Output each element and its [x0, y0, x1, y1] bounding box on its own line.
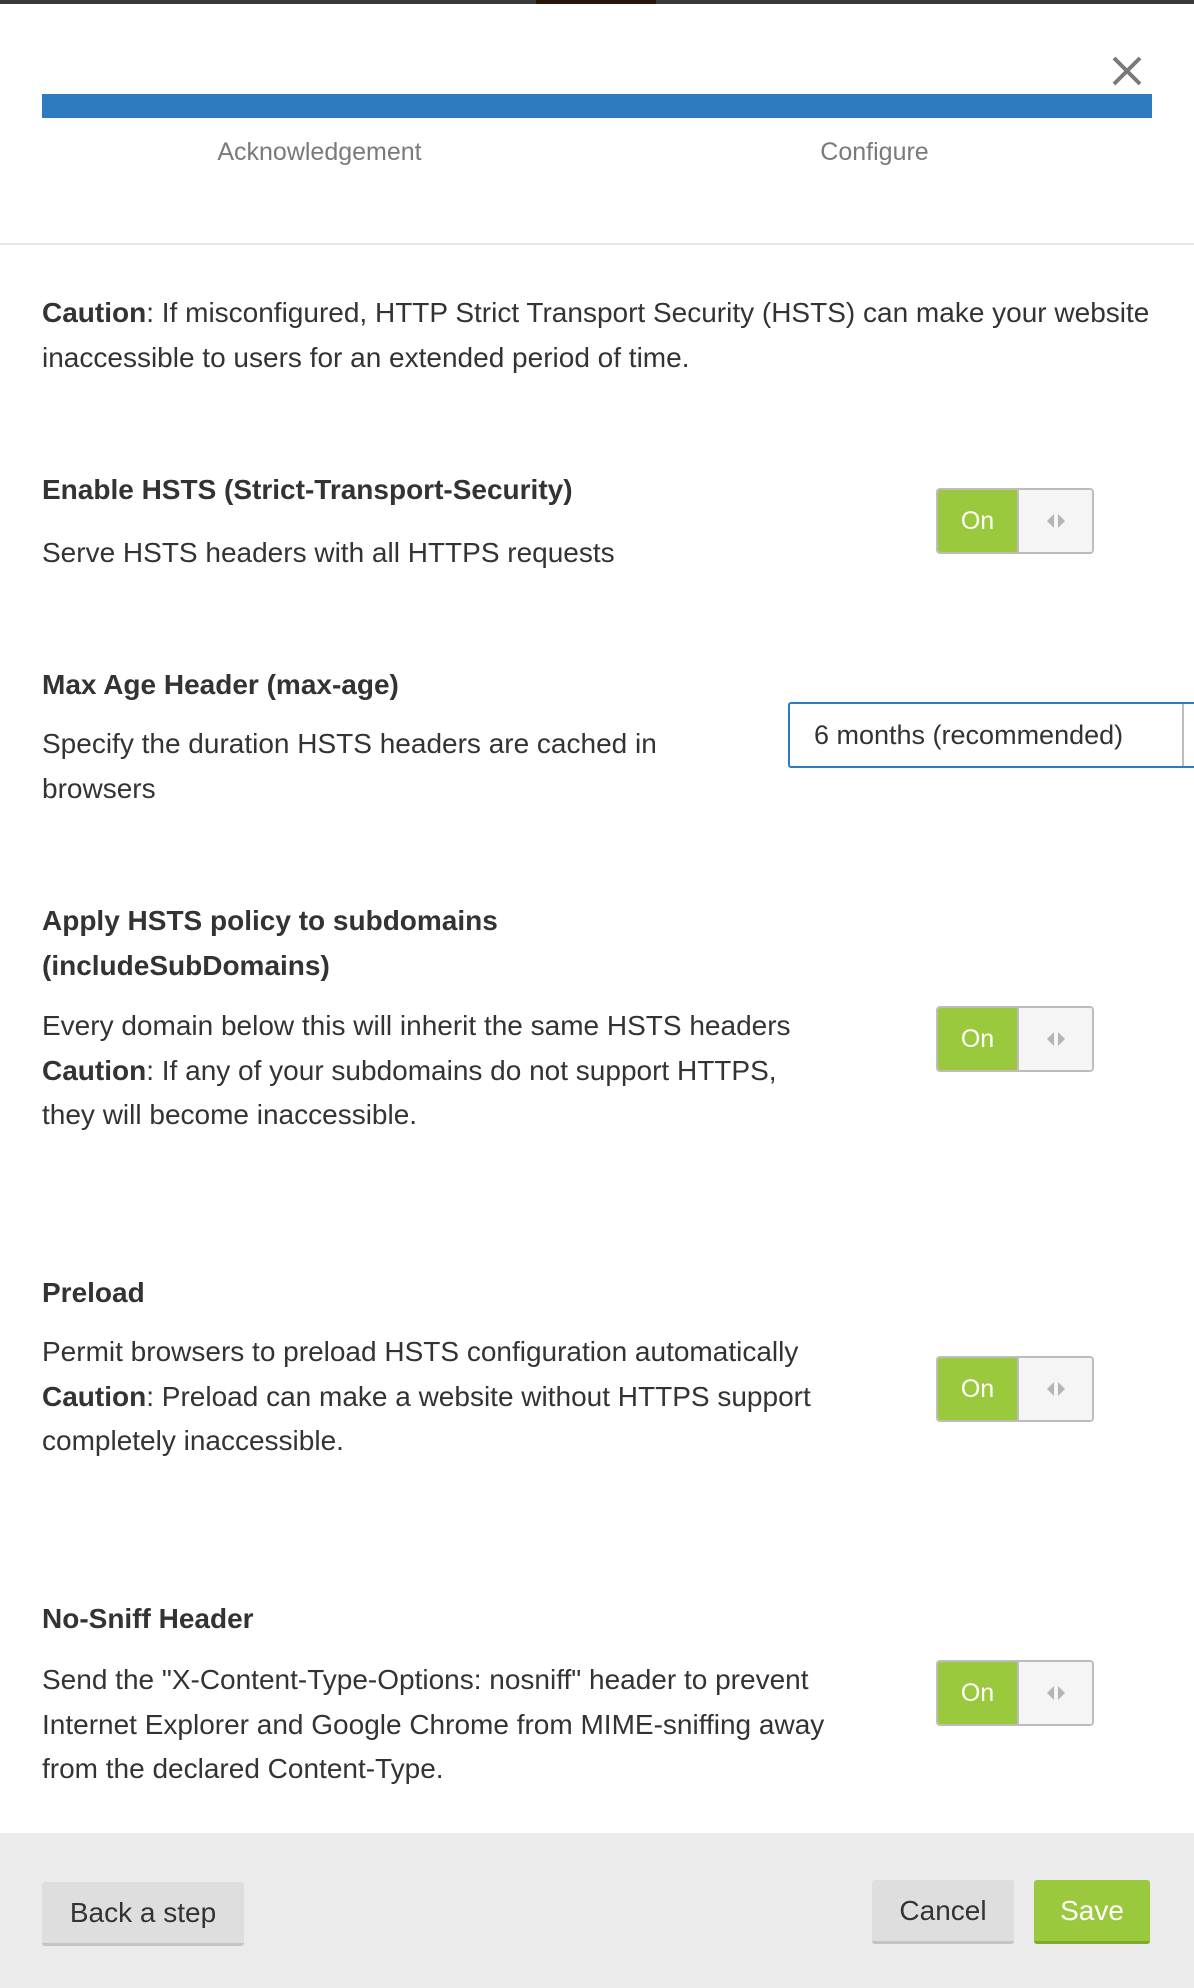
toggle-on-label: On [938, 490, 1019, 552]
toggle-on-label: On [938, 1662, 1019, 1724]
toggle-handle[interactable] [1019, 1008, 1092, 1070]
caution-text: : Preload can make a website without HTT… [42, 1380, 811, 1457]
step-acknowledgement: Acknowledgement [217, 138, 422, 166]
caution-label: Caution [42, 1380, 147, 1412]
subdomains-description: Every domain below this will inherit the… [42, 1004, 802, 1138]
caution-notice: Caution: If misconfigured, HTTP Strict T… [42, 290, 1162, 380]
arrow-right-icon [1057, 514, 1065, 528]
nosniff-title: No-Sniff Header [42, 1603, 254, 1634]
back-a-step-button[interactable]: Back a step [42, 1882, 244, 1946]
nosniff-description: Send the "X-Content-Type-Options: nosnif… [42, 1664, 825, 1784]
toggle-on-label: On [938, 1358, 1019, 1420]
enable-hsts-toggle[interactable]: On [936, 488, 1094, 554]
header-divider [0, 243, 1194, 245]
wizard-progress-bar [42, 94, 1152, 118]
enable-hsts-title: Enable HSTS (Strict-Transport-Security) [42, 474, 573, 505]
close-icon [1112, 56, 1142, 86]
cancel-button[interactable]: Cancel [872, 1880, 1014, 1944]
caution-text: : If any of your subdomains do not suppo… [42, 1054, 777, 1131]
arrow-left-icon [1046, 1032, 1054, 1046]
subdomains-caution: Caution: If any of your subdomains do no… [42, 1049, 802, 1138]
toggle-handle[interactable] [1019, 490, 1092, 552]
subdomains-description-text: Every domain below this will inherit the… [42, 1010, 791, 1041]
caution-label: Caution [42, 297, 147, 328]
max-age-title: Max Age Header (max-age) [42, 669, 399, 700]
preload-description-text: Permit browsers to preload HSTS configur… [42, 1336, 799, 1367]
preload-caution: Caution: Preload can make a website with… [42, 1375, 822, 1464]
preload-description: Permit browsers to preload HSTS configur… [42, 1330, 822, 1464]
arrow-left-icon [1046, 1382, 1054, 1396]
caution-text: : If misconfigured, HTTP Strict Transpor… [42, 297, 1150, 373]
select-separator [1182, 704, 1184, 766]
step-configure: Configure [820, 138, 929, 166]
max-age-description: Specify the duration HSTS headers are ca… [42, 728, 657, 804]
toggle-handle[interactable] [1019, 1358, 1092, 1420]
max-age-select-value: 6 months (recommended) [814, 720, 1124, 750]
arrow-left-icon [1046, 1686, 1054, 1700]
top-edge-tab [536, 0, 656, 4]
preload-title: Preload [42, 1277, 145, 1308]
toggle-on-label: On [938, 1008, 1019, 1070]
preload-toggle[interactable]: On [936, 1356, 1094, 1422]
arrow-right-icon [1057, 1382, 1065, 1396]
enable-hsts-description: Serve HSTS headers with all HTTPS reques… [42, 537, 615, 568]
subdomains-title: Apply HSTS policy to subdomains (include… [42, 905, 498, 981]
max-age-select[interactable]: 6 months (recommended) [788, 702, 1194, 768]
dialog-footer: Back a step Cancel Save [0, 1833, 1194, 1988]
caution-label: Caution [42, 1054, 147, 1086]
arrow-left-icon [1046, 514, 1054, 528]
wizard-progress-fill [42, 94, 1152, 118]
save-button[interactable]: Save [1034, 1880, 1150, 1944]
subdomains-toggle[interactable]: On [936, 1006, 1094, 1072]
arrow-right-icon [1057, 1686, 1065, 1700]
arrow-right-icon [1057, 1032, 1065, 1046]
toggle-handle[interactable] [1019, 1662, 1092, 1724]
close-button[interactable] [1108, 52, 1146, 90]
top-edge-bar [0, 0, 1194, 4]
nosniff-toggle[interactable]: On [936, 1660, 1094, 1726]
